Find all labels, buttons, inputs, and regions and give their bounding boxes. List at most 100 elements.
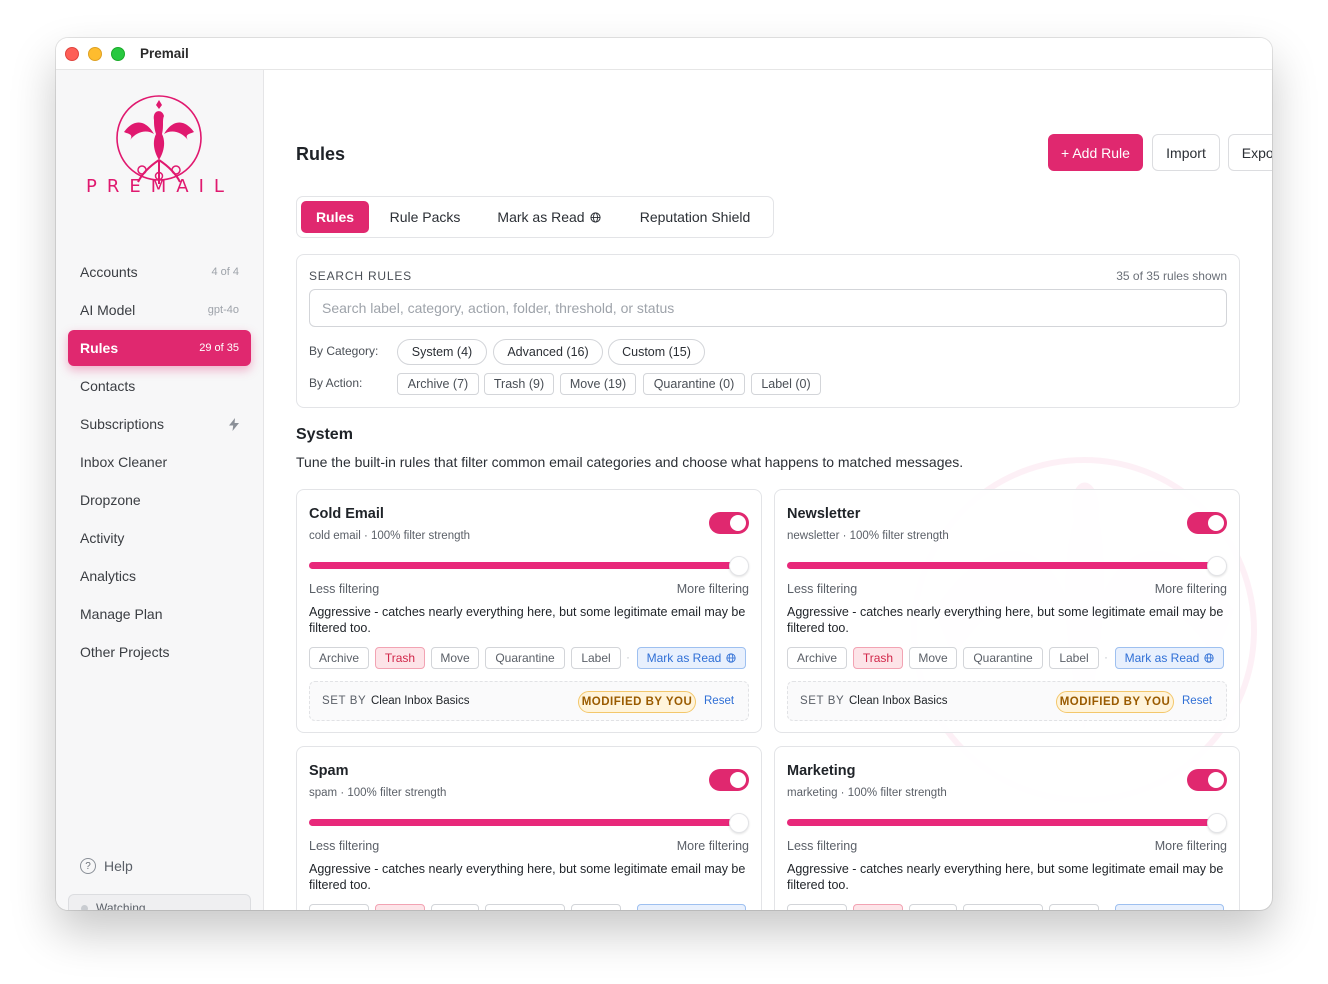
sidebar-item-dropzone[interactable]: Dropzone <box>68 482 251 518</box>
tab-mark-as-read[interactable]: Mark as Read <box>483 201 615 233</box>
export-button[interactable]: Export <box>1228 134 1272 171</box>
action-trash-button[interactable]: Trash <box>853 647 903 669</box>
zoom-window-button[interactable] <box>111 47 125 61</box>
action-label-button[interactable]: Label <box>1049 647 1099 669</box>
action-chip-quarantine[interactable]: Quarantine (0) <box>643 373 745 395</box>
slider-fill <box>787 819 1213 826</box>
more-filtering-label: More filtering <box>1154 839 1227 853</box>
action-quarantine-button[interactable]: Quarantine <box>485 647 565 669</box>
action-quarantine-button[interactable]: Quarantine <box>963 904 1043 910</box>
tab-reputation-shield[interactable]: Reputation Shield <box>623 201 767 233</box>
action-trash-button[interactable]: Trash <box>853 904 903 910</box>
close-window-button[interactable] <box>65 47 79 61</box>
set-by-label: SET BY <box>800 695 845 707</box>
sidebar-item-accounts[interactable]: Accounts 4 of 4 <box>68 254 251 290</box>
set-by-value: Clean Inbox Basics <box>849 695 948 707</box>
action-label-button[interactable]: Label <box>571 904 621 910</box>
help-label: Help <box>104 858 133 874</box>
sidebar-item-analytics[interactable]: Analytics <box>68 558 251 594</box>
action-archive-button[interactable]: Archive <box>787 647 847 669</box>
category-chip-system[interactable]: System (4) <box>397 339 487 365</box>
less-filtering-label: Less filtering <box>787 582 858 596</box>
sidebar-item-rules[interactable]: Rules 29 of 35 <box>68 330 251 366</box>
action-move-button[interactable]: Move <box>431 647 479 669</box>
import-button[interactable]: Import <box>1152 134 1220 171</box>
question-icon: ? <box>80 858 96 874</box>
rule-enabled-toggle[interactable] <box>709 512 749 534</box>
section-title: System <box>296 426 353 443</box>
rules-count: 35 of 35 rules shown <box>1116 269 1227 283</box>
sidebar-item-label: Other Projects <box>80 644 170 660</box>
category-chip-advanced[interactable]: Advanced (16) <box>493 339 603 365</box>
action-move-button[interactable]: Move <box>431 904 479 910</box>
sidebar-item-label: Inbox Cleaner <box>80 454 168 470</box>
more-filtering-label: More filtering <box>1154 582 1227 596</box>
tab-rules[interactable]: Rules <box>301 201 369 233</box>
category-chip-custom[interactable]: Custom (15) <box>608 339 705 365</box>
mark-as-read-button[interactable]: Mark as Read <box>1115 904 1224 910</box>
action-chip-trash[interactable]: Trash (9) <box>484 373 554 395</box>
sidebar-item-subscriptions[interactable]: Subscriptions <box>68 406 251 442</box>
slider-thumb[interactable] <box>1207 813 1227 833</box>
mark-as-read-button[interactable]: Mark as Read <box>637 904 746 910</box>
sidebar-item-label: Rules <box>80 340 119 356</box>
rule-enabled-toggle[interactable] <box>1187 512 1227 534</box>
more-filtering-label: More filtering <box>676 582 749 596</box>
filter-strength-slider[interactable] <box>309 556 749 576</box>
filter-strength-slider[interactable] <box>787 556 1227 576</box>
action-trash-button[interactable]: Trash <box>375 647 425 669</box>
action-move-button[interactable]: Move <box>909 647 957 669</box>
action-separator: · <box>1104 907 1108 910</box>
action-archive-button[interactable]: Archive <box>309 647 369 669</box>
filter-strength-slider[interactable] <box>309 813 749 833</box>
action-label-button[interactable]: Label <box>1049 904 1099 910</box>
sidebar-item-contacts[interactable]: Contacts <box>68 368 251 404</box>
window-title: Premail <box>140 46 189 61</box>
rule-enabled-toggle[interactable] <box>709 769 749 791</box>
sidebar-item-other-projects[interactable]: Other Projects <box>68 634 251 670</box>
rule-title: Cold Email <box>309 506 384 522</box>
rule-enabled-toggle[interactable] <box>1187 769 1227 791</box>
minimize-window-button[interactable] <box>88 47 102 61</box>
add-rule-button[interactable]: + Add Rule <box>1048 134 1143 171</box>
mark-as-read-label: Mark as Read <box>1124 651 1200 665</box>
rule-subtitle: marketing · 100% filter strength <box>787 787 947 799</box>
action-quarantine-button[interactable]: Quarantine <box>963 647 1043 669</box>
action-chip-move[interactable]: Move (19) <box>560 373 636 395</box>
sidebar-item-manage-plan[interactable]: Manage Plan <box>68 596 251 632</box>
action-move-button[interactable]: Move <box>909 904 957 910</box>
globe-icon <box>589 211 601 223</box>
set-by-value: Clean Inbox Basics <box>371 695 470 707</box>
action-quarantine-button[interactable]: Quarantine <box>485 904 565 910</box>
watching-label: Watching <box>96 901 146 910</box>
sidebar-item-activity[interactable]: Activity <box>68 520 251 556</box>
rule-description: Aggressive - catches nearly everything h… <box>309 605 746 635</box>
page-title: Rules <box>296 144 346 164</box>
reset-link[interactable]: Reset <box>704 695 734 707</box>
mark-as-read-button[interactable]: Mark as Read <box>637 647 746 669</box>
action-separator: · <box>1104 650 1108 664</box>
action-archive-button[interactable]: Archive <box>787 904 847 910</box>
action-filter-label: By Action: <box>309 376 363 390</box>
more-filtering-label: More filtering <box>676 839 749 853</box>
slider-thumb[interactable] <box>729 813 749 833</box>
action-separator: · <box>626 650 630 664</box>
search-input[interactable] <box>309 289 1227 327</box>
action-chip-archive[interactable]: Archive (7) <box>397 373 479 395</box>
action-chip-label[interactable]: Label (0) <box>751 373 821 395</box>
reset-link[interactable]: Reset <box>1182 695 1212 707</box>
action-archive-button[interactable]: Archive <box>309 904 369 910</box>
sidebar-item-ai-model[interactable]: AI Model gpt-4o <box>68 292 251 328</box>
action-label-button[interactable]: Label <box>571 647 621 669</box>
action-trash-button[interactable]: Trash <box>375 904 425 910</box>
sidebar-item-badge: 29 of 35 <box>199 342 239 354</box>
slider-thumb[interactable] <box>1207 556 1227 576</box>
help-link[interactable]: ? Help <box>80 858 133 874</box>
slider-thumb[interactable] <box>729 556 749 576</box>
mark-as-read-button[interactable]: Mark as Read <box>1115 647 1224 669</box>
tab-rule-packs[interactable]: Rule Packs <box>377 201 473 233</box>
sidebar-item-badge: 4 of 4 <box>211 266 239 278</box>
rules-tab-bar: Rules Rule Packs Mark as Read Reputation… <box>296 196 774 238</box>
sidebar-item-inbox-cleaner[interactable]: Inbox Cleaner <box>68 444 251 480</box>
filter-strength-slider[interactable] <box>787 813 1227 833</box>
